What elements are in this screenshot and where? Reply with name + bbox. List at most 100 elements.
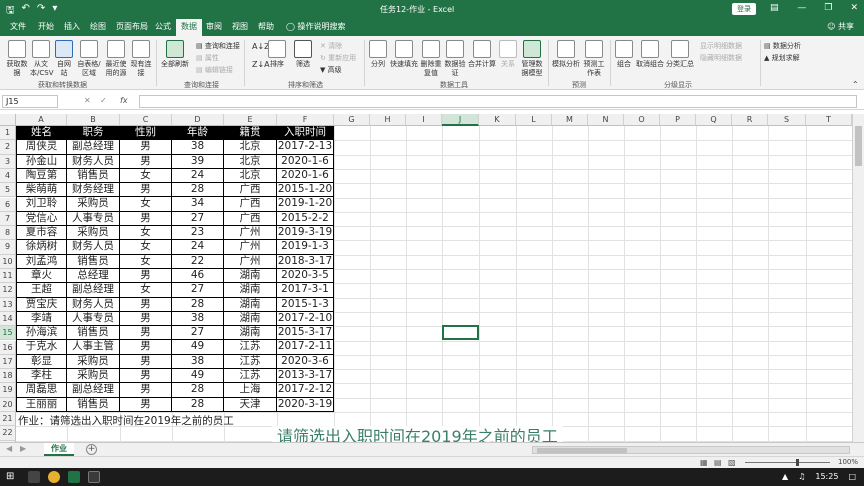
cell-gender[interactable]: 男 <box>120 369 172 384</box>
cell-age[interactable]: 28 <box>172 183 224 198</box>
cell-gender[interactable]: 男 <box>120 211 172 227</box>
column-header[interactable]: L <box>516 114 552 126</box>
column-header[interactable]: E <box>224 114 277 126</box>
cell-position[interactable]: 财务经理 <box>67 183 120 198</box>
horizontal-scrollbar[interactable] <box>532 446 850 454</box>
group-button[interactable]: 组合 <box>614 40 634 69</box>
row-header[interactable]: 6 <box>0 197 16 212</box>
cell-position[interactable]: 销售员 <box>67 326 120 341</box>
cell-hometown[interactable]: 湖南 <box>224 283 277 298</box>
cell-hire-date[interactable]: 2017-2-10 <box>277 311 334 327</box>
tell-me-search[interactable]: ◯ 操作说明搜索 <box>286 21 346 32</box>
cell-name[interactable]: 陶豆第 <box>16 168 67 184</box>
cell-name[interactable]: 章火 <box>16 268 67 284</box>
cell-age[interactable]: 24 <box>172 240 224 255</box>
cell-name[interactable]: 周侠灵 <box>16 140 67 155</box>
task-view-icon[interactable] <box>28 471 40 483</box>
cell-hire-date[interactable]: 2020-1-6 <box>277 154 334 169</box>
column-header[interactable]: J <box>442 114 479 126</box>
cell-position[interactable]: 销售员 <box>67 254 120 269</box>
row-header[interactable]: 18 <box>0 369 16 384</box>
cell-hire-date[interactable]: 2020-3-6 <box>277 354 334 370</box>
windows-start-icon[interactable]: ⊞ <box>6 471 14 482</box>
column-header[interactable]: P <box>660 114 696 126</box>
cell-position[interactable]: 副总经理 <box>67 283 120 298</box>
cell-age[interactable]: 28 <box>172 383 224 398</box>
tab-home[interactable]: 开始 <box>38 21 54 32</box>
sort-button[interactable]: 排序 <box>268 40 286 69</box>
chrome-icon[interactable] <box>48 471 60 483</box>
cell-age[interactable]: 39 <box>172 154 224 169</box>
cell-age[interactable]: 27 <box>172 211 224 227</box>
column-header[interactable]: M <box>552 114 588 126</box>
cell-name[interactable]: 彰显 <box>16 354 67 370</box>
cell-age[interactable]: 28 <box>172 397 224 412</box>
cell-age[interactable]: 24 <box>172 168 224 184</box>
cell-hometown[interactable]: 江苏 <box>224 354 277 370</box>
cell-age[interactable]: 27 <box>172 326 224 341</box>
flash-fill-button[interactable]: 快速填充 <box>390 40 418 69</box>
reapply-button[interactable]: ↻ 重新应用 <box>320 53 356 63</box>
active-cell-j15[interactable] <box>442 325 479 340</box>
row-header[interactable]: 21 <box>0 412 16 427</box>
cell-gender[interactable]: 男 <box>120 311 172 327</box>
cell-hire-date[interactable]: 2015-1-20 <box>277 183 334 198</box>
column-header[interactable]: R <box>732 114 768 126</box>
column-header[interactable]: F <box>277 114 334 126</box>
cell-name[interactable]: 周磊思 <box>16 383 67 398</box>
cancel-entry-icon[interactable]: ✕ <box>84 96 91 105</box>
header-cell-hometown[interactable]: 籍贯 <box>224 126 277 141</box>
cell-age[interactable]: 34 <box>172 197 224 212</box>
collapse-ribbon-icon[interactable]: ⌃ <box>852 80 859 89</box>
cell-hometown[interactable]: 广西 <box>224 211 277 227</box>
ribbon-display-icon[interactable]: ▤ <box>770 3 779 13</box>
row-header[interactable]: 15 <box>0 326 16 341</box>
cell-hometown[interactable]: 湖南 <box>224 268 277 284</box>
cell-gender[interactable]: 男 <box>120 397 172 412</box>
add-sheet-icon[interactable]: + <box>86 444 97 455</box>
header-cell-name[interactable]: 姓名 <box>16 126 67 141</box>
cell-hire-date[interactable]: 2019-1-3 <box>277 240 334 255</box>
cell-hometown[interactable]: 天津 <box>224 397 277 412</box>
from-table-button[interactable]: 自表格/区域 <box>76 40 102 78</box>
cell-gender[interactable]: 男 <box>120 183 172 198</box>
text-to-columns-button[interactable]: 分列 <box>368 40 388 69</box>
tab-help[interactable]: 帮助 <box>258 21 274 32</box>
header-cell-gender[interactable]: 性别 <box>120 126 172 141</box>
cell-name[interactable]: 王丽丽 <box>16 397 67 412</box>
row-header[interactable]: 1 <box>0 126 16 141</box>
close-icon[interactable]: ✕ <box>850 3 858 13</box>
tab-file[interactable]: 文件 <box>10 21 26 32</box>
sort-za-icon[interactable]: Z↓A <box>252 60 270 69</box>
cell-name[interactable]: 党信心 <box>16 211 67 227</box>
cell-gender[interactable]: 女 <box>120 197 172 212</box>
clock[interactable]: 15:25 <box>815 472 838 481</box>
cell-gender[interactable]: 女 <box>120 226 172 241</box>
cell-hire-date[interactable]: 2015-1-3 <box>277 297 334 312</box>
data-validation-button[interactable]: 数据验证 <box>444 40 466 78</box>
solver-button[interactable]: ▲ 规划求解 <box>764 53 800 63</box>
cell-hire-date[interactable]: 2013-3-17 <box>277 369 334 384</box>
cell-hire-date[interactable]: 2015-2-2 <box>277 211 334 227</box>
row-header[interactable]: 5 <box>0 183 16 198</box>
row-header[interactable]: 22 <box>0 426 16 441</box>
column-header[interactable]: I <box>406 114 442 126</box>
cell-position[interactable]: 采购员 <box>67 226 120 241</box>
cell-hometown[interactable]: 广西 <box>224 197 277 212</box>
cell-hometown[interactable]: 湖南 <box>224 311 277 327</box>
cell-position[interactable]: 销售员 <box>67 168 120 184</box>
header-cell-age[interactable]: 年龄 <box>172 126 224 141</box>
cell-name[interactable]: 刘卫聆 <box>16 197 67 212</box>
tab-draw[interactable]: 绘图 <box>90 21 106 32</box>
properties-button[interactable]: ▤ 属性 <box>196 53 219 63</box>
column-header[interactable]: D <box>172 114 224 126</box>
cell-hometown[interactable]: 江苏 <box>224 340 277 355</box>
from-web-button[interactable]: 自网站 <box>54 40 74 78</box>
name-box[interactable]: J15 <box>2 95 58 108</box>
clear-filter-button[interactable]: ✕ 清除 <box>320 41 342 51</box>
cell-name[interactable]: 孙海滨 <box>16 326 67 341</box>
data-analysis-button[interactable]: ▤ 数据分析 <box>764 41 801 51</box>
cell-age[interactable]: 22 <box>172 254 224 269</box>
tab-page-layout[interactable]: 页面布局 <box>116 21 148 32</box>
column-header[interactable]: T <box>806 114 852 126</box>
